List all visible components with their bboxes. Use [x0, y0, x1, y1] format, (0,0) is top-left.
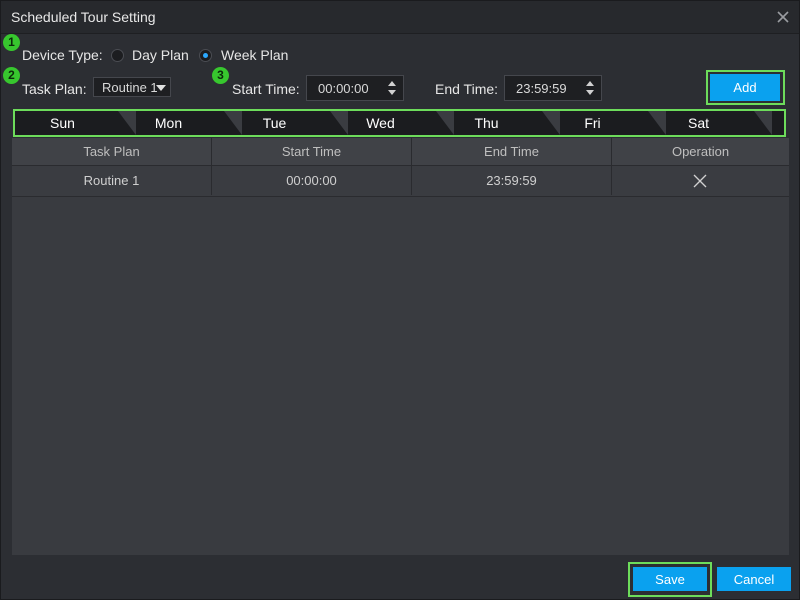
step-badge-1: 1 [3, 34, 20, 51]
device-type-label: Device Type: [22, 47, 103, 63]
close-icon[interactable] [773, 7, 793, 27]
tab-mon[interactable]: Mon [121, 111, 216, 135]
tab-thu[interactable]: Thu [439, 111, 534, 135]
scheduled-tour-dialog: Scheduled Tour Setting 1 Device Type: Da… [0, 0, 800, 600]
cell-task-plan: Routine 1 [83, 173, 140, 188]
add-button[interactable]: Add [710, 74, 780, 101]
dropdown-arrow-icon [156, 85, 166, 91]
header-start-time: Start Time [281, 144, 342, 159]
header-operation: Operation [671, 144, 730, 159]
header-task-plan: Task Plan [83, 144, 140, 159]
start-time-spinner[interactable]: 00:00:00 [306, 75, 404, 101]
day-plan-label[interactable]: Day Plan [132, 47, 189, 63]
close-button[interactable] [773, 7, 793, 27]
dialog-title: Scheduled Tour Setting [11, 9, 156, 25]
task-plan-select[interactable]: Routine 1 [93, 77, 171, 97]
spin-down-icon[interactable] [586, 90, 594, 95]
end-time-spinner[interactable]: 23:59:59 [504, 75, 602, 101]
day-tabs: Sun Mon Tue Wed Thu Fri Sat [15, 111, 784, 135]
table-header: Task Plan Start Time End Time Operation [12, 138, 789, 166]
step-badge-3: 3 [212, 67, 229, 84]
cell-start-time: 00:00:00 [286, 173, 337, 188]
column-divider [211, 138, 212, 195]
tab-tue[interactable]: Tue [227, 111, 322, 135]
day-plan-radio[interactable] [111, 49, 124, 62]
tab-sun[interactable]: Sun [15, 111, 110, 135]
week-plan-radio[interactable] [199, 49, 212, 62]
spin-up-icon[interactable] [388, 81, 396, 86]
start-time-value: 00:00:00 [318, 81, 369, 96]
spin-up-icon[interactable] [586, 81, 594, 86]
cancel-button[interactable]: Cancel [717, 567, 791, 591]
delete-icon[interactable] [692, 173, 708, 189]
table-empty-area [12, 197, 789, 555]
step-badge-2: 2 [3, 67, 20, 84]
week-plan-label[interactable]: Week Plan [221, 47, 288, 63]
save-button[interactable]: Save [633, 567, 707, 591]
day-separator [754, 111, 772, 135]
cell-end-time: 23:59:59 [486, 173, 537, 188]
title-bar: Scheduled Tour Setting [1, 1, 799, 34]
task-plan-label: Task Plan: [22, 81, 87, 97]
column-divider [611, 138, 612, 195]
table-row[interactable]: Routine 1 00:00:00 23:59:59 [12, 166, 789, 197]
header-end-time: End Time [484, 144, 539, 159]
tab-fri[interactable]: Fri [545, 111, 640, 135]
end-time-value: 23:59:59 [516, 81, 567, 96]
tab-wed[interactable]: Wed [333, 111, 428, 135]
column-divider [411, 138, 412, 195]
start-time-label: Start Time: [232, 81, 300, 97]
end-time-label: End Time: [435, 81, 499, 97]
task-plan-value: Routine 1 [102, 80, 158, 95]
schedule-table: Task Plan Start Time End Time Operation … [12, 138, 789, 555]
spin-down-icon[interactable] [388, 90, 396, 95]
tab-sat[interactable]: Sat [651, 111, 746, 135]
